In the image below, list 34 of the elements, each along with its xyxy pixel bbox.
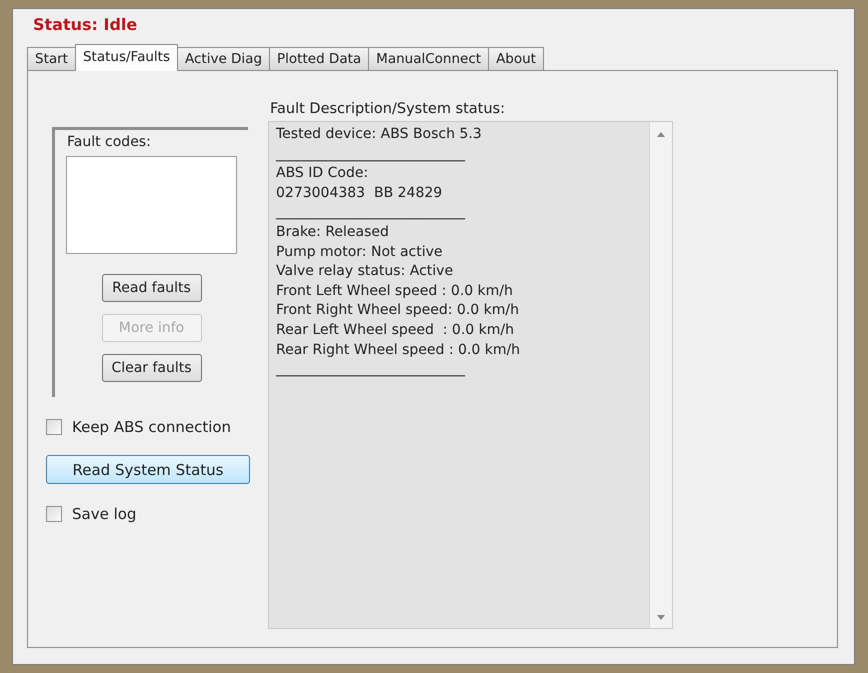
tab[interactable]: Start — [27, 47, 76, 70]
status-line: Valve relay status: Active — [276, 263, 454, 280]
tab[interactable]: ManualConnect — [368, 47, 490, 70]
checkbox[interactable] — [46, 419, 62, 435]
read-system-status-button[interactable]: Read System Status — [46, 455, 250, 484]
status-text-area[interactable] — [268, 121, 673, 629]
checkbox[interactable] — [46, 506, 62, 522]
fault-codes-list[interactable] — [66, 156, 237, 254]
status-line: Pump motor: Not active — [276, 244, 443, 260]
tab[interactable]: About — [488, 47, 544, 70]
status-line: ___________________________ — [276, 204, 465, 220]
status-line: Front Left Wheel speed : 0.0 km/h — [276, 282, 513, 299]
checkbox-label: Keep ABS connection — [72, 418, 232, 436]
checkbox-label: Save log — [72, 505, 136, 523]
status-line: ABS ID Code: — [276, 165, 368, 182]
status-line: Brake: Released — [276, 224, 389, 240]
fault-button[interactable]: Clear faults — [102, 354, 202, 382]
tab[interactable]: Plotted Data — [269, 47, 370, 70]
status-line: Rear Left Wheel speed : 0.0 km/h — [276, 322, 514, 338]
status-line: Rear Right Wheel speed : 0.0 km/h — [276, 342, 520, 358]
status-line: 0273004383 BB 24829 — [276, 184, 442, 201]
tab[interactable]: Status/Faults — [74, 44, 178, 71]
status-line: ___________________________ — [276, 361, 465, 378]
status-line: ___________________________ — [276, 146, 465, 162]
tab[interactable]: Active Diag — [176, 47, 270, 70]
scroll-up-icon[interactable] — [657, 132, 665, 137]
description-label: Fault Description/System status: — [270, 101, 506, 119]
fault-button[interactable]: Read faults — [102, 274, 202, 302]
scrollbar[interactable] — [649, 122, 672, 628]
fault-codes-label: Fault codes: — [67, 134, 151, 152]
status-line: Tested device: ABS Bosch 5.3 — [276, 126, 482, 142]
status-line: Front Right Wheel speed: 0.0 km/h — [276, 302, 519, 318]
scroll-down-icon[interactable] — [657, 615, 665, 620]
status-title: Status: Idle — [33, 15, 138, 36]
